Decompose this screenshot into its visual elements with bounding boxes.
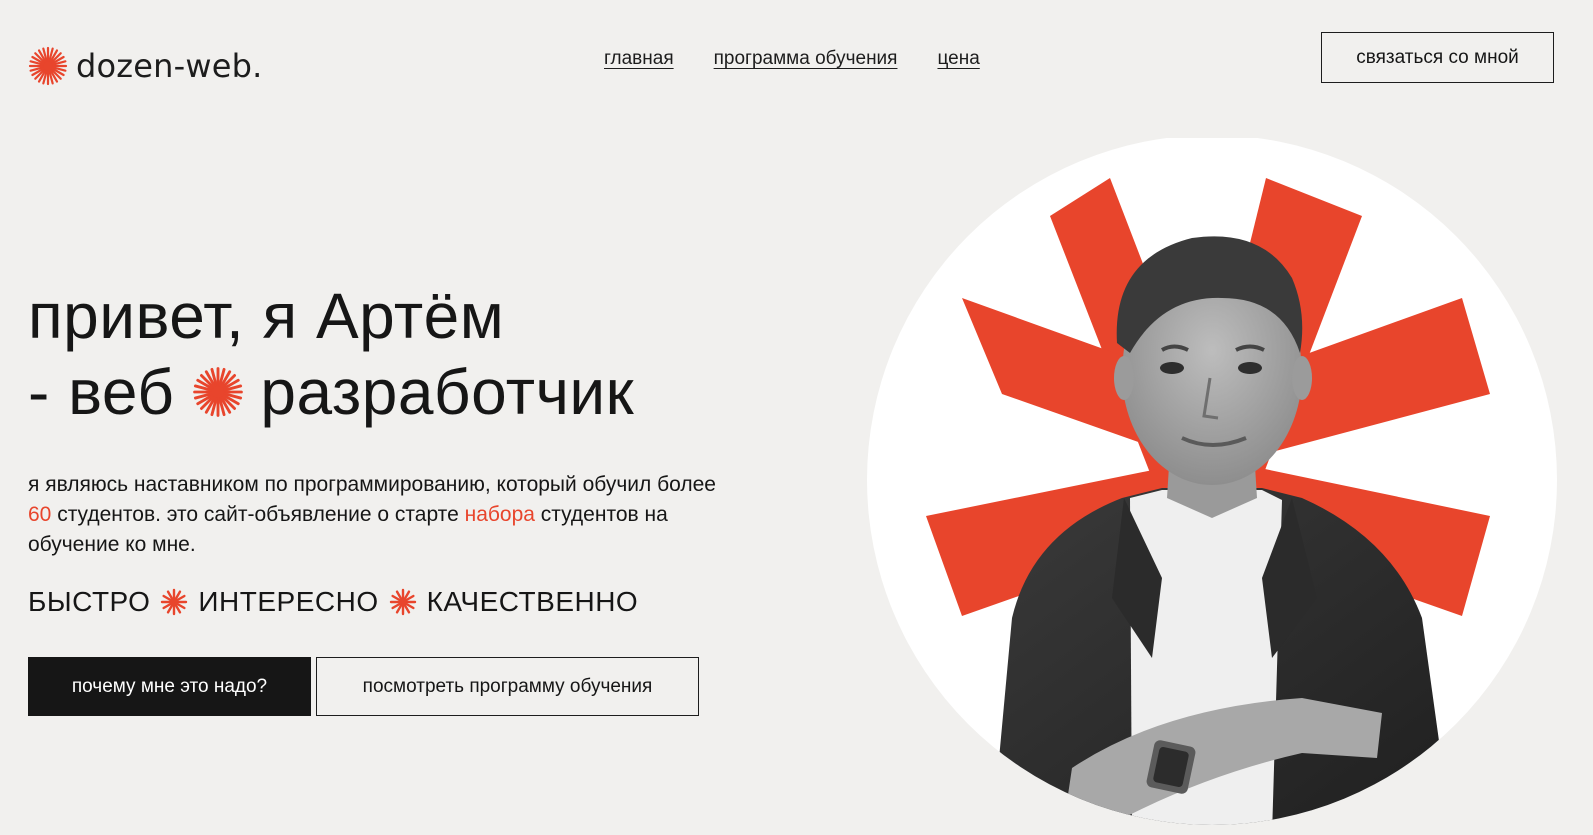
- page-title: привет, я Артём - веб разработчик: [28, 278, 634, 430]
- enrollment-link[interactable]: набора: [465, 503, 535, 526]
- headline-line-2: - веб разработчик: [28, 354, 634, 430]
- nav-item-home[interactable]: главная: [604, 48, 674, 70]
- hero-image: [862, 138, 1562, 835]
- hero-description: я являюсь наставником по программировани…: [28, 473, 716, 556]
- logo[interactable]: dozen-web.: [28, 46, 263, 86]
- asterisk-icon: [389, 588, 416, 616]
- headline-dash-web: - веб: [28, 356, 175, 428]
- headline-developer: разработчик: [260, 356, 635, 428]
- sunburst-icon: [193, 367, 244, 417]
- contact-button[interactable]: связаться со мной: [1321, 32, 1554, 83]
- tagline-interesting: ИНТЕРЕСНО: [198, 586, 379, 617]
- portrait-illustration: [867, 138, 1557, 825]
- sunburst-icon: [28, 46, 68, 86]
- brand-name: dozen-web.: [76, 47, 263, 85]
- tagline: БЫСТРО ИНТЕРЕСНО КАЧЕСТВЕННО: [28, 586, 638, 618]
- nav-item-price[interactable]: цена: [937, 48, 979, 70]
- tagline-quality: КАЧЕСТВЕННО: [426, 586, 639, 617]
- nav-item-program[interactable]: программа обучения: [714, 48, 898, 70]
- view-program-button[interactable]: посмотреть программу обучения: [316, 657, 699, 716]
- students-count: 60: [28, 503, 52, 526]
- asterisk-icon: [161, 588, 188, 616]
- why-need-button[interactable]: почему мне это надо?: [28, 657, 311, 716]
- main-nav: главная программа обучения цена: [604, 48, 980, 70]
- headline-line-1: привет, я Артём: [28, 280, 505, 352]
- tagline-fast: БЫСТРО: [28, 586, 151, 617]
